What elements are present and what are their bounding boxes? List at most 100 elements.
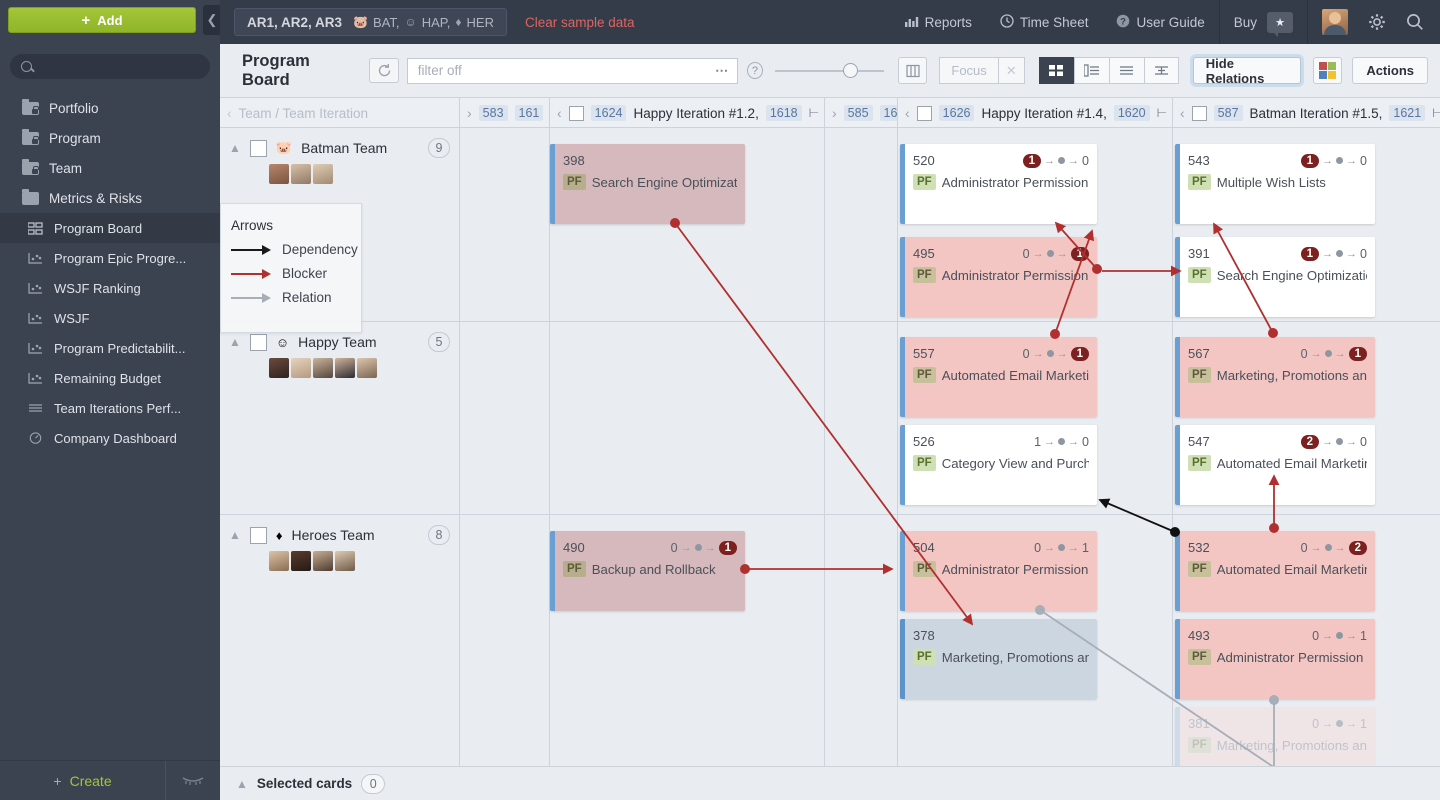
team-checkbox[interactable] — [249, 526, 267, 544]
column-checkbox[interactable] — [916, 105, 932, 121]
star-badge-icon[interactable]: ★ — [1267, 11, 1293, 37]
board-rows: ▲ 🐷 Batman Team 9 ▲ ☺ Happy Team 5 ▲ ♦ H… — [220, 128, 1440, 766]
search-icon[interactable] — [1396, 13, 1440, 31]
sidebar-item-team[interactable]: Team — [0, 153, 220, 183]
card-color-bar — [1175, 707, 1180, 766]
sidebar-item-remaining-budget[interactable]: Remaining Budget — [0, 363, 220, 393]
card-493[interactable]: 493 0 → → 1 PF Administrator Permission R… — [1175, 619, 1375, 699]
card-490[interactable]: 490 0 → → 1 PF Backup and Rollback — [550, 531, 745, 611]
slider-knob[interactable] — [842, 62, 858, 78]
avatar — [269, 358, 289, 378]
chevron-up-icon[interactable]: ▲ — [229, 528, 241, 542]
refresh-button[interactable] — [369, 58, 399, 83]
sidebar-item-label: Remaining Budget — [54, 370, 161, 386]
chevron-right-icon[interactable]: › — [467, 105, 472, 121]
hide-relations-button[interactable]: Hide Relations — [1192, 56, 1301, 86]
chevron-up-icon[interactable]: ▲ — [236, 777, 248, 791]
card-id: 493 — [1188, 628, 1210, 643]
close-icon[interactable]: ✕ — [997, 57, 1025, 84]
relation-badge: 1 — [1070, 246, 1089, 261]
chevron-up-icon[interactable]: ▲ — [229, 141, 241, 155]
gear-icon[interactable] — [1358, 13, 1396, 31]
sidebar-collapse-button[interactable]: ❮ — [203, 5, 221, 35]
color-swatch-icon[interactable] — [1313, 57, 1343, 84]
card-title: Search Engine Optimization — [1216, 267, 1367, 283]
create-button[interactable]: + Create — [0, 761, 165, 800]
filter-input[interactable]: filter off ⋯ — [406, 57, 739, 84]
card-title: Automated Email Marketing Rer — [941, 367, 1089, 383]
chevron-left-icon[interactable]: ‹ — [1180, 105, 1185, 121]
sidebar-item-company-dashboard[interactable]: Company Dashboard — [0, 423, 220, 453]
card-543[interactable]: 543 1 → → 0 PF Multiple Wish Lists — [1175, 144, 1375, 224]
card-title-row: PF Marketing, Promotions and Con — [900, 643, 1097, 665]
card-398[interactable]: 398 PF Search Engine Optimization — [550, 144, 745, 224]
color-grid — [1319, 62, 1337, 79]
relation-badge: 2 — [1348, 540, 1367, 555]
card-color-bar — [1175, 425, 1180, 505]
actions-button[interactable]: Actions — [1352, 57, 1428, 84]
context-selector[interactable]: AR1, AR2, AR3 🐷 BAT, ☺ HAP, ♦ HER — [234, 8, 507, 36]
sidebar-item-program-predictability[interactable]: Program Predictabilit... — [0, 333, 220, 363]
list-view-icon[interactable] — [1073, 57, 1109, 84]
card-top-row: 526 1 → → 0 — [900, 425, 1097, 449]
sidebar-item-team-iterations-performance[interactable]: Team Iterations Perf... — [0, 393, 220, 423]
card-526[interactable]: 526 1 → → 0 PF Category View and Purchase… — [900, 425, 1097, 505]
team-checkbox[interactable] — [249, 333, 267, 351]
sidebar-item-program-epic-progress[interactable]: Program Epic Progre... — [0, 243, 220, 273]
sidebar-item-wsjf[interactable]: WSJF — [0, 303, 220, 333]
card-532[interactable]: 532 0 → → 2 PF Automated Email Marketing … — [1175, 531, 1375, 611]
focus-button[interactable]: Focus — [939, 57, 998, 84]
ellipsis-icon[interactable]: ⋯ — [715, 63, 729, 79]
card-504[interactable]: 504 0 → → 1 PF Administrator Permission R… — [900, 531, 1097, 611]
column-id: 583 — [478, 105, 508, 121]
sidebar-item-metrics-risks[interactable]: Metrics & Risks — [0, 183, 220, 213]
chevron-right-icon[interactable]: › — [832, 105, 837, 121]
dot-icon — [1324, 350, 1332, 357]
legend-row-dependency: Dependency — [221, 233, 361, 257]
cards-view-icon[interactable] — [1038, 57, 1074, 84]
sidebar-item-wsjf-ranking[interactable]: WSJF Ranking — [0, 273, 220, 303]
card-547[interactable]: 547 2 → → 0 PF Automated Email Marketing … — [1175, 425, 1375, 505]
bar-icon: ⊢ — [1156, 106, 1168, 120]
card-tag: PF — [1188, 174, 1211, 190]
sidebar-item-program[interactable]: Program — [0, 123, 220, 153]
card-378[interactable]: 378 PF Marketing, Promotions and Con — [900, 619, 1097, 699]
chevron-left-icon[interactable]: ‹ — [905, 105, 910, 121]
card-520[interactable]: 520 1 → → 0 PF Administrator Permission R… — [900, 144, 1097, 224]
sidebar-item-portfolio[interactable]: Portfolio — [0, 93, 220, 123]
glasses-icon[interactable] — [166, 761, 220, 800]
zoom-slider[interactable] — [774, 61, 885, 81]
team-checkbox[interactable] — [249, 139, 267, 157]
reports-link[interactable]: Reports — [891, 15, 986, 30]
buy-button[interactable]: Buy — [1234, 15, 1257, 30]
user-guide-link[interactable]: ? User Guide — [1102, 14, 1218, 31]
card-tag: PF — [563, 174, 586, 190]
avatar[interactable] — [1322, 9, 1348, 35]
arrow-right-icon: → — [1310, 347, 1322, 360]
chevron-left-icon[interactable]: ‹ — [557, 105, 562, 121]
card-391[interactable]: 391 1 → → 0 PF Search Engine Optimization — [1175, 237, 1375, 317]
column-checkbox[interactable] — [568, 105, 584, 121]
column-header-label: Team / Team Iteration — [238, 105, 369, 121]
time-sheet-link[interactable]: Time Sheet — [986, 13, 1103, 31]
card-495[interactable]: 495 0 → → 1 PF Administrator Permission R… — [900, 237, 1097, 317]
sidebar-item-program-board[interactable]: Program Board — [0, 213, 220, 243]
grid-line — [824, 128, 825, 766]
card-381[interactable]: 381 0 → → 1 PF Marketing, Promotions and … — [1175, 707, 1375, 766]
card-top-row: 520 1 → → 0 — [900, 144, 1097, 168]
legend-row-relation: Relation — [221, 281, 361, 305]
tree-view-icon[interactable] — [1143, 57, 1179, 84]
chevron-left-icon[interactable]: ‹ — [227, 106, 232, 121]
rows-view-icon[interactable] — [1108, 57, 1144, 84]
card-567[interactable]: 567 0 → → 1 PF Marketing, Promotions and … — [1175, 337, 1375, 417]
avatar — [335, 551, 355, 571]
sidebar-search-input[interactable] — [10, 54, 210, 79]
columns-icon[interactable] — [898, 57, 928, 84]
question-icon[interactable]: ? — [747, 62, 763, 79]
column-checkbox[interactable] — [1191, 105, 1207, 121]
chevron-up-icon[interactable]: ▲ — [229, 335, 241, 349]
clear-sample-data-link[interactable]: Clear sample data — [525, 15, 635, 30]
buy-group: Buy ★ — [1220, 11, 1307, 37]
add-button[interactable]: + Add — [8, 7, 196, 33]
card-557[interactable]: 557 0 → → 1 PF Automated Email Marketing … — [900, 337, 1097, 417]
